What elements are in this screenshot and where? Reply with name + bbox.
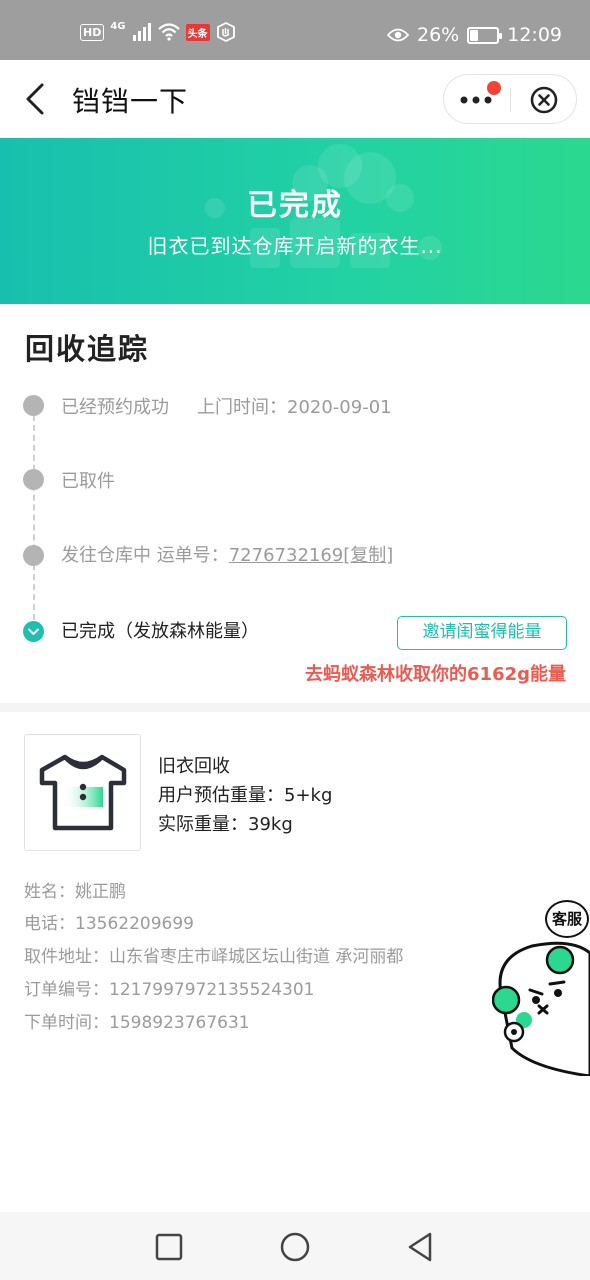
- timeline-dot: [23, 469, 44, 490]
- eye-icon: [387, 28, 409, 42]
- energy-suffix: 能量: [530, 664, 566, 685]
- timeline-dot: [23, 545, 44, 566]
- mini-program-capsule: [443, 74, 577, 124]
- battery-icon: [467, 26, 503, 44]
- hd-badge: HD: [80, 23, 105, 41]
- timeline-step-booked: 已经预约成功 上门时间：2020-09-01: [61, 393, 392, 419]
- energy-amount: 6162g: [467, 664, 530, 685]
- timeline-step-completed: 已完成（发放森林能量）: [61, 621, 259, 642]
- nav-bar: 铛铛一下: [0, 60, 590, 138]
- square-icon: [155, 1233, 183, 1261]
- close-circle-icon: [530, 86, 558, 114]
- info-phone: 电话：13562209699: [24, 914, 194, 934]
- triangle-back-icon: [408, 1232, 432, 1262]
- clock: 12:09: [507, 24, 562, 46]
- tracking-title: 回收追踪: [25, 332, 150, 366]
- info-order-time: 下单时间：1598923767631: [24, 1013, 250, 1033]
- tshirt-icon: [39, 754, 127, 831]
- banner-status: 已完成: [247, 188, 343, 223]
- circle-icon: [280, 1232, 310, 1262]
- forest-energy-link[interactable]: 去蚂蚁森林收取你的6162g能量: [305, 660, 566, 686]
- system-nav-bar: [0, 1212, 590, 1280]
- battery-percent: 26%: [417, 24, 460, 46]
- status-bar: HD 4G 头条 26% 12:09: [0, 0, 590, 60]
- more-button[interactable]: [444, 75, 510, 125]
- invite-friend-button[interactable]: 邀请闺蜜得能量: [397, 616, 567, 650]
- status-left: HD 4G 头条: [80, 20, 236, 42]
- network-label: 4G: [110, 20, 126, 32]
- timeline-dot: [23, 395, 44, 416]
- energy-prefix: 去蚂蚁森林收取你的: [305, 664, 468, 685]
- more-dots-icon: [460, 96, 492, 104]
- pickup-time: 上门时间：2020-09-01: [197, 397, 392, 418]
- step-label: 发往仓库中 运单号：: [61, 545, 229, 566]
- page-title: 铛铛一下: [72, 85, 189, 118]
- timeline-step-shipping: 发往仓库中 运单号：7276732169[复制]: [61, 541, 393, 567]
- step-label: 已经预约成功: [61, 397, 169, 418]
- status-right: 26% 12:09: [387, 24, 562, 46]
- news-app-badge: 头条: [185, 23, 210, 41]
- chevron-left-icon: [26, 83, 44, 115]
- waybill-number[interactable]: 7276732169: [229, 545, 344, 566]
- info-address: 取件地址：山东省枣庄市峄城区坛山街道 承河丽都: [24, 947, 404, 967]
- product-image: [24, 734, 141, 851]
- info-name: 姓名：姚正鹏: [24, 882, 126, 902]
- wifi-icon: [157, 23, 180, 41]
- banner-subtitle: 旧衣已到达仓库开启新的衣生...: [147, 234, 443, 258]
- home-button[interactable]: [278, 1230, 312, 1264]
- signal-icon: [132, 23, 151, 41]
- notification-dot: [487, 81, 501, 95]
- system-back-button[interactable]: [404, 1230, 438, 1264]
- section-divider: [0, 703, 590, 712]
- copy-waybill-link[interactable]: [复制]: [343, 545, 393, 566]
- actual-weight: 实际重量：39kg: [158, 814, 293, 835]
- product-name: 旧衣回收: [158, 756, 230, 777]
- customer-service-label[interactable]: 客服: [545, 900, 589, 938]
- close-button[interactable]: [511, 75, 577, 125]
- estimated-weight: 用户预估重量：5+kg: [158, 785, 333, 806]
- recent-apps-button[interactable]: [152, 1230, 186, 1264]
- timeline-line: [33, 405, 35, 630]
- info-order-number: 订单编号：1217997972135524301: [24, 980, 315, 1000]
- status-banner: 已完成 旧衣已到达仓库开启新的衣生...: [0, 138, 590, 304]
- timeline-step-picked: 已取件: [61, 471, 115, 492]
- check-circle-icon: [23, 621, 44, 642]
- battery-fill: [470, 29, 478, 41]
- back-button[interactable]: [18, 80, 54, 118]
- hand-icon: [216, 22, 235, 42]
